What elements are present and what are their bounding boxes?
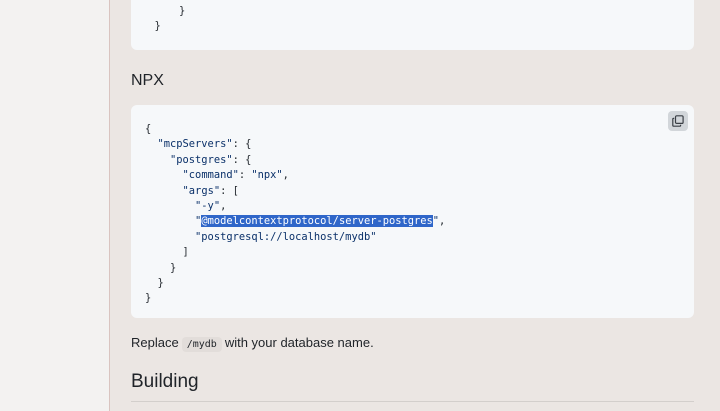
code-line: } [157, 276, 164, 289]
building-heading: Building [131, 371, 199, 392]
copy-icon [672, 115, 684, 127]
code-line: "args": [ [182, 184, 239, 197]
code-line: ] [182, 246, 189, 259]
copy-button[interactable] [668, 111, 688, 131]
readme-content: } } NPX { "mcpServers": { "postgres": { … [109, 0, 720, 411]
previous-code-block: } } [131, 0, 694, 50]
code-line: "mcpServers": { [157, 138, 252, 151]
code-line: "-y", [195, 199, 227, 212]
code-line: } [154, 5, 186, 17]
npx-heading: NPX [131, 72, 164, 89]
code-line: { [145, 123, 152, 135]
code-line: } [145, 292, 152, 305]
code-line: "postgresql://localhost/mydb" [195, 230, 377, 243]
selected-text[interactable]: @modelcontextprotocol/server-postgres [201, 215, 433, 228]
code-line: "postgres": { [170, 153, 252, 166]
left-gutter [0, 0, 109, 411]
code-line: } [142, 20, 161, 32]
code-line: "@modelcontextprotocol/server-postgres", [195, 215, 446, 228]
npx-code-block[interactable]: { "mcpServers": { "postgres": { "command… [131, 105, 694, 318]
inline-code-mydb: /mydb [181, 337, 222, 352]
code-line: "command": "npx", [182, 169, 289, 182]
heading-divider [131, 401, 694, 402]
code-line: } [170, 261, 177, 274]
replace-instruction: Replace/mydb with your database name. [131, 335, 374, 352]
